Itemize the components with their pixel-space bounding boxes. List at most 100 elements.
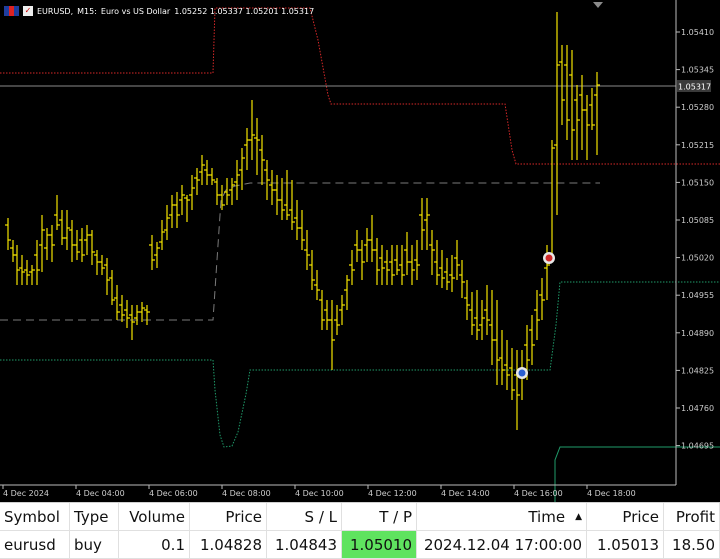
time-tick-label: 4 Dec 14:00 [441,489,490,498]
candle-bar [489,290,495,365]
candle-bar [464,280,470,320]
candle-bar [249,100,255,160]
take-profit-exit-icon[interactable] [543,252,555,264]
candle-bar [174,192,180,228]
column-header-volume[interactable]: Volume [119,503,190,531]
time-tick-label: 4 Dec 16:00 [514,489,563,498]
candle-bar [254,118,260,175]
column-header-sl[interactable]: S / L [267,503,342,531]
candle-bar [574,85,580,160]
candle-bar [54,195,60,230]
chart-shift-marker-icon[interactable] [593,2,603,8]
candle-bar [119,295,125,322]
candle-bar [359,240,365,280]
time-tick-label: 4 Dec 2024 [3,489,49,498]
candle-bar [589,88,595,130]
positions-grid[interactable]: Symbol Type Volume Price S / L T / P Tim… [0,502,720,559]
candle-bar [329,300,335,370]
candle-bar [369,215,375,262]
chart-canvas[interactable]: 1.05410 1.05345 1.05280 1.05215 1.05150 1.050… [0,0,720,502]
sort-ascending-icon[interactable]: ▲ [575,512,582,522]
candle-bar [299,210,305,250]
cell-take-profit[interactable]: 1.05010 [342,531,417,559]
candle-bar [564,45,570,140]
price-tick-label: 1.05020 [681,254,714,263]
candle-bar [5,218,11,250]
candle-bar [409,245,415,285]
candle-bar [59,210,65,245]
candle-bar [164,205,170,240]
middle-band-line [0,182,600,321]
candle-bar [429,230,435,275]
candle-bar [404,232,410,275]
cell-type[interactable]: buy [70,531,119,559]
candle-bar [399,245,405,285]
lower-band-line [0,281,720,448]
candle-bar [314,270,320,300]
candle-bar [34,240,40,285]
price-tick-label: 1.05280 [681,103,714,112]
candle-bar [454,240,460,280]
current-price-label: 1.05317 [678,83,711,92]
candle-bar [154,242,160,268]
column-header-profit[interactable]: Profit [664,503,720,531]
buy-entry-icon[interactable] [516,367,528,379]
column-header-tp[interactable]: T / P [342,503,417,531]
candle-bar [449,255,455,292]
candle-bar [104,258,110,295]
candle-bar [10,240,16,262]
cell-time[interactable]: 2024.12.04 17:00:00 [417,531,587,559]
candle-bar [539,278,545,320]
candle-bar [274,175,280,215]
time-tick-label: 4 Dec 08:00 [222,489,271,498]
candle-bar [364,228,370,262]
lower-band-bottom-line [554,446,720,502]
cell-stop-loss[interactable]: 1.04843 [267,531,342,559]
candle-bar [469,292,475,335]
candle-bar [499,330,505,385]
column-header-current-price[interactable]: Price [587,503,664,531]
trading-mark-icon: ✓ [23,6,33,16]
candle-bar [419,198,425,250]
candle-bar [219,185,225,210]
candle-bar [179,185,185,215]
candle-bar [569,50,575,160]
column-header-symbol[interactable]: Symbol [0,503,70,531]
column-header-price[interactable]: Price [190,503,267,531]
cell-profit[interactable]: 18.50 [664,531,720,559]
price-tick-label: 1.04955 [681,291,714,300]
candle-bar [159,220,165,250]
candle-bar [444,258,450,290]
price-chart[interactable]: 1.05410 1.05345 1.05280 1.05215 1.05150 1.050… [0,0,720,502]
candle-bar [214,178,220,205]
candle-bar [284,170,290,220]
candle-bar [139,302,145,322]
time-tick-label: 4 Dec 18:00 [587,489,636,498]
time-tick-label: 4 Dec 06:00 [149,489,198,498]
candle-bar [14,245,20,285]
candle-bar [529,315,535,365]
position-row[interactable]: eurusd buy 0.1 1.04828 1.04843 1.05010 2… [0,531,720,559]
candle-bar [534,290,540,340]
cell-open-price[interactable]: 1.04828 [190,531,267,559]
candle-bar [289,180,295,230]
candle-bar [474,290,480,340]
candle-bar [304,230,310,270]
cell-current-price[interactable]: 1.05013 [587,531,664,559]
chart-header: ✓ EURUSD, M15: Euro vs US Dollar 1.05252… [4,4,314,18]
candle-bar [184,195,190,222]
price-tick-label: 1.04825 [681,366,714,375]
candle-bar [354,230,360,262]
cell-volume[interactable]: 0.1 [119,531,190,559]
candle-bar [234,160,240,200]
price-tick-label: 1.04695 [681,442,714,451]
candle-bar [269,170,275,205]
candle-bar [394,245,400,275]
cell-symbol[interactable]: eurusd [0,531,70,559]
candle-bar [259,135,265,185]
time-axis: 4 Dec 2024 4 Dec 04:00 4 Dec 06:00 4 Dec 08… [2,485,636,498]
column-header-type[interactable]: Type [70,503,119,531]
candle-bar [189,175,195,210]
candle-bar [74,230,80,260]
column-header-time[interactable]: Time ▲ [417,503,587,531]
